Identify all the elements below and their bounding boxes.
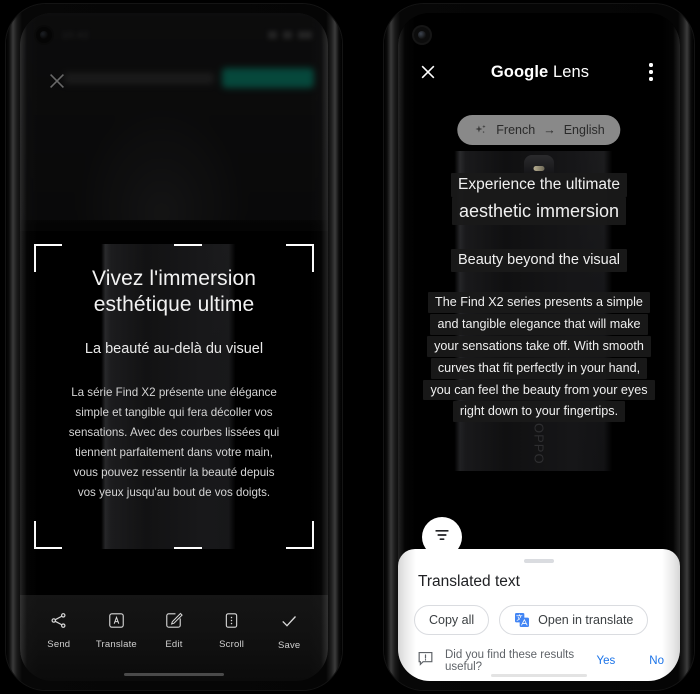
right-home-indicator — [491, 674, 587, 677]
sparkle-icon — [473, 123, 488, 138]
language-source: French — [496, 123, 536, 137]
toolbar-item-save[interactable]: Save — [263, 611, 315, 651]
sheet-action-chips: Copy all Open in translate — [414, 605, 664, 635]
sheet-title: Translated text — [418, 573, 520, 590]
close-button[interactable] — [418, 62, 438, 82]
left-phone-screen: 10:42 OPPO — [20, 13, 328, 681]
front-camera-punch-hole — [414, 27, 430, 43]
filter-funnel-icon — [432, 525, 452, 550]
feedback-yes-button[interactable]: Yes — [597, 655, 616, 667]
crop-dim-top — [20, 13, 328, 244]
page-title-light: Lens — [552, 62, 590, 81]
lens-header: Google Lens — [398, 57, 680, 87]
share-icon — [49, 611, 68, 630]
right-phone-device: Google Lens French → English OPPO Experi… — [384, 4, 694, 690]
checkmark-icon — [279, 611, 299, 631]
toolbar-label-send: Send — [47, 639, 71, 650]
french-subheading: La beauté au-delà du visuel — [84, 341, 264, 358]
lens-camera-photo[interactable]: OPPO Experience the ultimate aesthetic i… — [398, 151, 680, 471]
more-vert-icon[interactable] — [642, 63, 660, 81]
toolbar-label-translate: Translate — [95, 639, 137, 650]
translated-body-text: The Find X2 series presents a simple and… — [398, 291, 680, 423]
screenshot-stage: 10:42 OPPO — [0, 0, 700, 694]
open-in-translate-button[interactable]: Open in translate — [499, 605, 649, 635]
sheet-drag-handle[interactable] — [524, 559, 554, 563]
feedback-question: Did you find these results useful? — [445, 649, 575, 673]
feedback-row: Did you find these results useful? Yes N… — [414, 649, 664, 673]
toolbar-item-send[interactable]: Send — [33, 611, 85, 650]
copy-all-button[interactable]: Copy all — [414, 605, 490, 635]
left-phone-device: 10:42 OPPO — [6, 4, 342, 690]
page-title: Google Lens — [438, 63, 642, 82]
edit-pencil-icon — [164, 611, 184, 630]
toolbar-label-scroll: Scroll — [219, 639, 245, 650]
translated-heading-line2: aesthetic immersion — [398, 197, 680, 226]
feedback-no-button[interactable]: No — [649, 655, 664, 667]
toolbar-item-scroll[interactable]: Scroll — [206, 611, 258, 650]
french-text-block: Vivez l'immersion esthétique ultime La b… — [34, 266, 314, 503]
language-pair-chip[interactable]: French → English — [457, 115, 621, 145]
language-target: English — [563, 123, 605, 137]
brand-watermark: OPPO — [531, 423, 547, 465]
left-home-indicator — [124, 673, 224, 676]
toolbar-label-save: Save — [277, 640, 301, 651]
toolbar-label-edit: Edit — [165, 639, 183, 650]
translated-text-bottom-sheet: Translated text Copy all Open in transla… — [398, 549, 680, 681]
scroll-capture-icon — [222, 611, 241, 630]
translated-subheading: Beauty beyond the visual — [398, 249, 680, 273]
right-phone-screen: Google Lens French → English OPPO Experi… — [398, 13, 680, 681]
language-arrow-icon: → — [543, 123, 556, 137]
screenshot-crop-region[interactable]: OPPO Vivez l'immersion esthétique ultime… — [34, 244, 314, 549]
google-translate-icon — [514, 612, 530, 628]
french-heading-line2: esthétique ultime — [93, 292, 255, 316]
open-in-translate-label: Open in translate — [538, 613, 634, 627]
french-body-text: La série Find X2 présente une élégance s… — [68, 386, 280, 499]
page-title-bold: Google — [490, 62, 549, 81]
french-heading-line1: Vivez l'immersion — [91, 267, 257, 290]
toolbar-item-edit[interactable]: Edit — [148, 611, 200, 650]
translate-a-icon — [107, 611, 126, 630]
screenshot-toolbar: Send Translate Edit Scroll Save — [20, 595, 328, 681]
feedback-bubble-icon — [416, 649, 435, 673]
copy-all-label: Copy all — [429, 613, 475, 627]
translated-heading-line1: Experience the ultimate — [398, 173, 680, 198]
toolbar-item-translate[interactable]: Translate — [90, 611, 142, 650]
